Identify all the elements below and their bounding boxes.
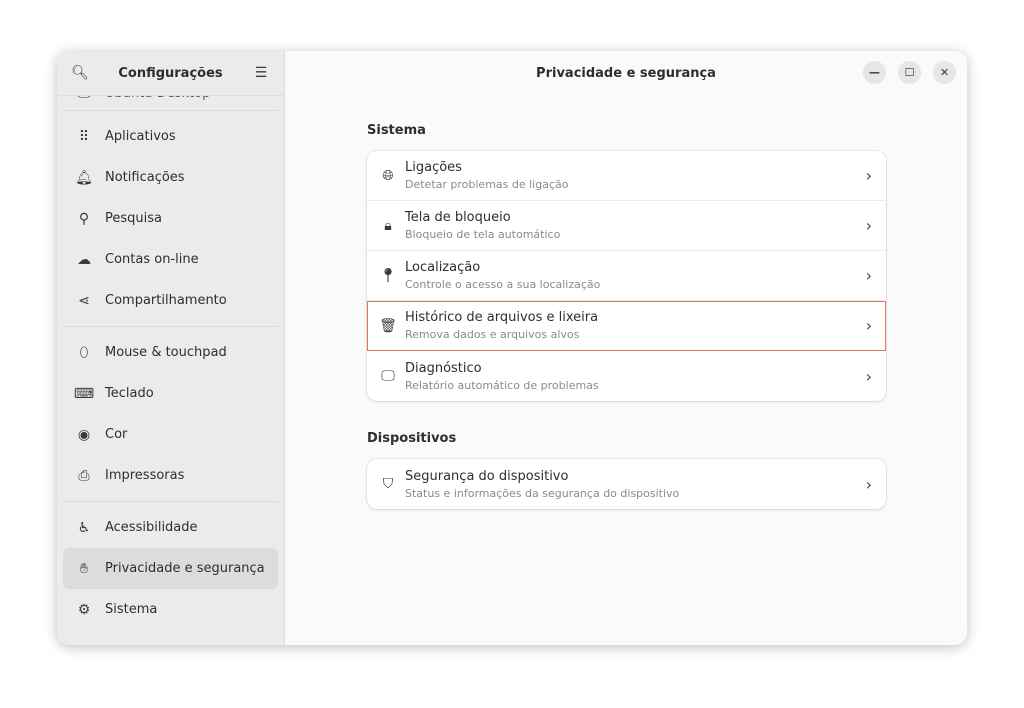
sidebar-item-label: Impressoras [105, 468, 185, 483]
sidebar-item-label: Cor [105, 427, 128, 442]
sidebar-item-label: Pesquisa [105, 211, 162, 226]
sidebar-header: 🔍︎ Configurações ☰ [57, 51, 284, 96]
row-subtitle: Detetar problemas de ligação [405, 178, 569, 191]
bell-icon: 🔔︎ [75, 169, 93, 186]
keyboard-icon: ⌨ [73, 385, 95, 402]
settings-window: 🔍︎ Configurações ☰ 🖵Ubuntu Desktop⠿Aplic… [57, 51, 967, 645]
row-subtitle: Bloqueio de tela automático [405, 228, 561, 241]
settings-card: ⛉ Segurança do dispositivo Status e inform… [367, 459, 886, 509]
search-icon: ⚲ [78, 210, 90, 227]
settings-row[interactable]: 🗑︎ Histórico de arquivos e lixeira Remova … [367, 301, 886, 351]
sidebar-item-label: Notificações [105, 170, 185, 185]
minimize-button[interactable]: — [863, 61, 886, 84]
menu-icon[interactable]: ☰ [252, 65, 270, 81]
sidebar-item[interactable]: ⎙ Impressoras [63, 455, 278, 496]
main-header: Privacidade e segurança — ☐ ✕ [285, 51, 967, 95]
chevron-right-icon: › [865, 316, 872, 335]
sidebar-item-label: Aplicativos [105, 129, 176, 144]
sidebar-item[interactable]: ⚲ Pesquisa [63, 198, 278, 239]
row-subtitle: Status e informações da segurança do dis… [405, 486, 680, 500]
row-title: Histórico de arquivos e lixeira [405, 310, 599, 325]
group-title: Sistema [367, 123, 426, 138]
sidebar-divider [63, 326, 278, 327]
close-button[interactable]: ✕ [933, 61, 956, 84]
chevron-right-icon: › [865, 474, 872, 494]
row-title: Localização [405, 260, 481, 275]
sidebar-title: Configurações [118, 65, 223, 81]
maximize-icon: ☐ [904, 66, 915, 79]
row-title: Ligações [405, 160, 462, 175]
row-subtitle: Remova dados e arquivos alvos [405, 328, 580, 341]
settings-row[interactable]: 🔒︎ Tela de bloqueio Bloqueio de tela autom… [367, 201, 886, 251]
shield-icon: ⛉ [382, 476, 394, 492]
sidebar-item[interactable]: ⚙ Sistema [63, 589, 278, 630]
share-icon: ⋖ [78, 292, 90, 309]
diagnostics-icon: 🖵 [381, 368, 395, 384]
sidebar-item[interactable]: ☁ Contas on-line [63, 239, 278, 280]
lock-icon: 🔒︎ [384, 217, 392, 234]
sidebar-item[interactable]: ⌨ Teclado [63, 373, 278, 414]
mouse-icon: ⬯ [79, 344, 89, 361]
sidebar-divider [63, 501, 278, 502]
settings-row[interactable]: 📍︎ Localização Controle o acesso a sua loc… [367, 251, 886, 301]
minimize-icon: — [869, 66, 880, 79]
gear-icon: ⚙ [77, 601, 91, 618]
globe-icon: 🌐︎ [382, 167, 394, 184]
sidebar-divider [63, 110, 278, 111]
sidebar-item-label: Sistema [105, 602, 158, 617]
page-title: Privacidade e segurança [536, 65, 716, 81]
sidebar-item[interactable]: ◉ Cor [63, 414, 278, 455]
sidebar-item-label: Compartilhamento [105, 293, 227, 308]
settings-row[interactable]: 🌐︎ Ligações Detetar problemas de ligação › [367, 151, 886, 201]
color-icon: ◉ [77, 426, 91, 443]
sidebar: 🔍︎ Configurações ☰ 🖵Ubuntu Desktop⠿Aplic… [57, 51, 285, 645]
sidebar-list: 🖵Ubuntu Desktop⠿Aplicativos🔔︎Notificaçõe… [57, 81, 284, 630]
chevron-right-icon: › [865, 216, 872, 235]
sidebar-item[interactable]: ⠿ Aplicativos [63, 116, 278, 157]
apps-grid-icon: ⠿ [78, 128, 90, 145]
row-title: Segurança do dispositivo [405, 468, 569, 484]
row-subtitle: Controle o acesso a sua localização [405, 278, 601, 291]
sidebar-item[interactable]: ✋︎ Privacidade e segurança [63, 548, 278, 589]
accessibility-icon: ♿︎ [77, 519, 91, 536]
sidebar-item-label: Privacidade e segurança [105, 561, 265, 576]
sidebar-item-label: Contas on-line [105, 252, 199, 267]
content: Sistema 🌐︎ Ligações Detetar problemas de li… [367, 123, 886, 539]
sidebar-item-label: Acessibilidade [105, 520, 198, 535]
settings-card: 🌐︎ Ligações Detetar problemas de ligação › 🔒… [367, 151, 886, 401]
main-panel: Privacidade e segurança — ☐ ✕ Sistema 🌐︎ L… [285, 51, 967, 645]
maximize-button[interactable]: ☐ [898, 61, 921, 84]
close-icon: ✕ [939, 66, 950, 79]
row-subtitle: Relatório automático de problemas [405, 378, 599, 392]
search-icon[interactable]: 🔍︎ [71, 65, 89, 81]
group-title: Dispositivos [367, 431, 457, 446]
printer-icon: ⎙ [78, 467, 90, 484]
sidebar-item-label: Mouse & touchpad [105, 345, 227, 360]
sidebar-item[interactable]: ⬯ Mouse & touchpad [63, 332, 278, 373]
hand-icon: ✋︎ [80, 560, 88, 577]
sidebar-item[interactable]: ♿︎ Acessibilidade [63, 507, 278, 548]
chevron-right-icon: › [865, 166, 872, 185]
sidebar-item-label: Teclado [105, 386, 154, 401]
trash-icon: 🗑︎ [379, 317, 397, 334]
sidebar-item[interactable]: ⋖ Compartilhamento [63, 280, 278, 321]
chevron-right-icon: › [865, 266, 872, 285]
sidebar-item[interactable]: 🔔︎ Notificações [63, 157, 278, 198]
row-title: Diagnóstico [405, 360, 482, 376]
cloud-icon: ☁ [77, 251, 91, 268]
settings-row[interactable]: 🖵 Diagnóstico Relatório automático de prob… [367, 351, 886, 401]
location-pin-icon: 📍︎ [379, 267, 397, 284]
row-title: Tela de bloqueio [405, 210, 511, 225]
settings-row[interactable]: ⛉ Segurança do dispositivo Status e inform… [367, 459, 886, 509]
chevron-right-icon: › [865, 366, 872, 386]
